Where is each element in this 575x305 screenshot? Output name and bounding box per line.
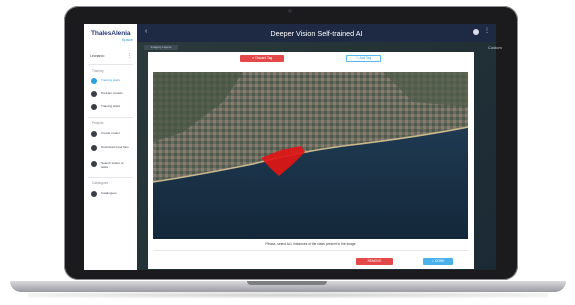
search-icon — [91, 161, 97, 167]
sidebar-item-search-status[interactable]: Search status of tasks — [90, 160, 134, 169]
sidebar-item-label: Create model — [101, 131, 120, 135]
done-button[interactable]: ✓ DONE — [423, 258, 453, 265]
company-logo: ThalesAlenia Space — [91, 30, 133, 42]
logo-main-text: ThalesAlenia — [91, 30, 131, 37]
sidebar-item-pretrain-models[interactable]: Pretrain models — [90, 90, 134, 99]
map-layer-label[interactable]: Custom — [488, 45, 502, 50]
sidebar-item-download-input-files[interactable]: Download input files — [90, 144, 134, 153]
sidebar-item-label: Download input files — [101, 145, 129, 149]
satellite-image-canvas — [153, 72, 468, 239]
remove-button[interactable]: REMOVE — [356, 258, 393, 265]
brain-icon — [91, 78, 97, 84]
add-tag-button[interactable]: ☐ Add Tag — [346, 55, 381, 62]
sidebar-item-label: Pretrain models — [101, 91, 123, 95]
section-title-projects: Projects — [92, 121, 104, 125]
laptop-notch — [247, 281, 327, 285]
discard-tag-button[interactable]: ✕ Discard Tag — [240, 55, 284, 62]
sidebar-item-label: Training tasks — [101, 104, 121, 108]
modal-divider — [153, 250, 468, 251]
sidebar-item-catalogues[interactable]: Catalogues — [90, 190, 134, 199]
sidebar-divider — [88, 64, 133, 65]
logo-sub-text: Space — [121, 37, 133, 42]
more-vertical-icon[interactable]: ⋮ — [127, 53, 132, 59]
sidebar: ThalesAlenia Space Leonardo ⋮ Training T… — [84, 24, 137, 270]
sidebar-item-label: Search status of tasks — [101, 161, 124, 169]
satellite-image[interactable] — [153, 72, 468, 239]
user-name: Leonardo — [90, 54, 105, 58]
top-bar: ‹ Deeper Vision Self-trained AI ⋮ — [137, 24, 496, 42]
section-title-training: Training — [92, 69, 104, 73]
page-title: Deeper Vision Self-trained AI — [270, 29, 363, 38]
sidebar-item-label: Training tasks — [101, 78, 121, 82]
sidebar-item-create-model[interactable]: Create model — [90, 130, 134, 139]
map-layer-tab[interactable]: Imagery Layers — [144, 45, 178, 50]
model-icon — [91, 91, 97, 97]
sidebar-divider — [88, 177, 133, 178]
sidebar-item-training-tasks[interactable]: Training tasks — [90, 77, 134, 86]
create-icon — [91, 131, 97, 137]
sidebar-divider — [88, 117, 133, 118]
sidebar-item-training-tasks-2[interactable]: Training tasks — [90, 103, 134, 112]
task-icon — [91, 104, 97, 110]
help-icon[interactable] — [473, 29, 479, 35]
user-menu[interactable]: Leonardo ⋮ — [90, 53, 132, 60]
laptop-shadow — [28, 292, 548, 298]
instruction-text: Please, select ALL instances of the clas… — [265, 242, 356, 246]
download-icon — [91, 145, 97, 151]
sidebar-item-label: Catalogues — [101, 191, 117, 195]
catalogue-icon — [91, 191, 97, 197]
more-vertical-icon[interactable]: ⋮ — [484, 27, 490, 34]
camera-icon — [288, 9, 292, 13]
section-title-catalogues: Catalogues — [92, 181, 109, 185]
